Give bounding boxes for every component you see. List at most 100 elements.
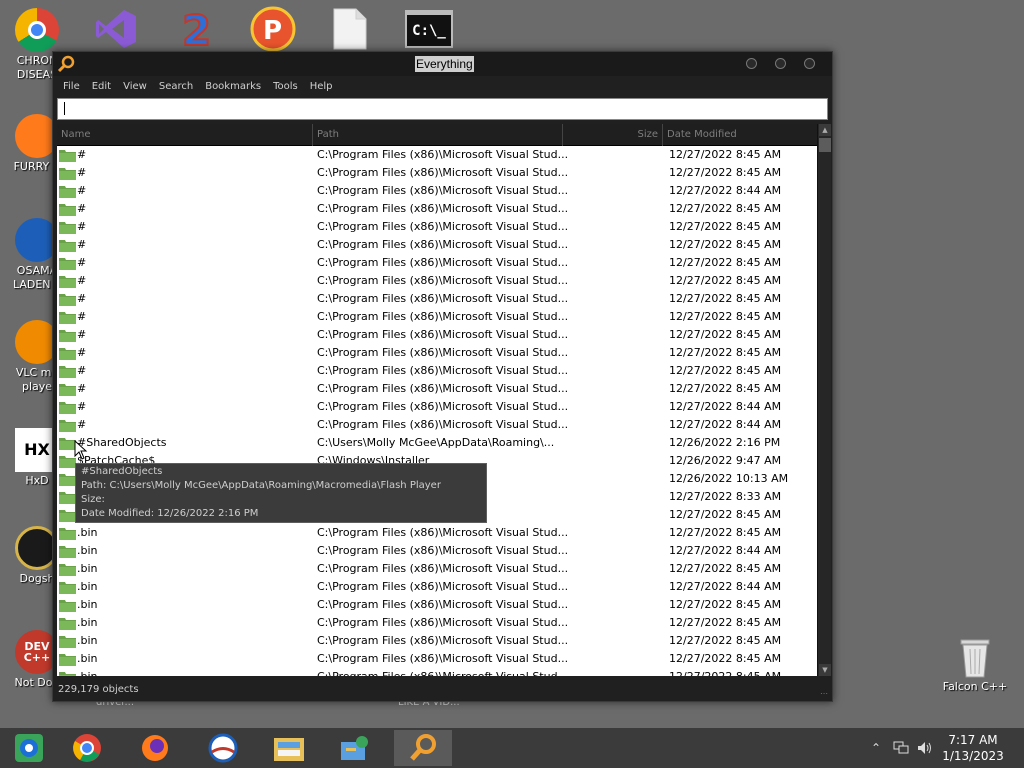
tooltip-path: Path: C:\Users\Molly McGee\AppData\Roami… xyxy=(81,480,441,491)
resize-grip-icon[interactable]: ⋯ xyxy=(820,689,829,698)
row-date: 12/27/2022 8:45 AM xyxy=(669,238,782,251)
title-bar[interactable]: Everything xyxy=(53,52,832,76)
row-date: 12/27/2022 8:45 AM xyxy=(669,220,782,233)
network-icon[interactable] xyxy=(893,741,909,758)
row-date: 12/27/2022 8:45 AM xyxy=(669,652,782,665)
firefox-icon[interactable] xyxy=(126,730,184,766)
folder-icon xyxy=(59,329,76,342)
search-input[interactable] xyxy=(57,98,828,120)
row-name: .bin xyxy=(77,580,98,593)
table-row[interactable]: # C:\Program Files (x86)\Microsoft Visual… xyxy=(57,380,817,398)
table-row[interactable]: # C:\Program Files (x86)\Microsoft Visual… xyxy=(57,290,817,308)
table-row[interactable]: # C:\Program Files (x86)\Microsoft Visual… xyxy=(57,398,817,416)
folder-icon xyxy=(59,185,76,198)
row-name: #SharedObjects xyxy=(77,436,167,449)
everything-search-icon[interactable] xyxy=(394,730,452,766)
table-row[interactable]: # C:\Program Files (x86)\Microsoft Visual… xyxy=(57,416,817,434)
scroll-up-icon[interactable]: ▲ xyxy=(819,124,831,136)
row-name: # xyxy=(77,400,87,413)
start-icon[interactable] xyxy=(0,730,58,766)
row-name: .bin xyxy=(77,668,98,676)
close-button[interactable] xyxy=(804,58,815,69)
row-path: C:\Program Files (x86)\Microsoft Visual … xyxy=(317,148,569,161)
results-list[interactable]: Name Path Size Date Modified # C:\Program… xyxy=(57,124,817,676)
volume-icon[interactable] xyxy=(917,741,933,758)
table-row[interactable]: .bin C:\Program Files (x86)\Microsoft Vis… xyxy=(57,560,817,578)
blank-file-icon[interactable] xyxy=(324,6,376,52)
row-path: C:\Program Files (x86)\Microsoft Visual … xyxy=(317,346,569,359)
number-2-icon[interactable]: 2 xyxy=(170,6,222,52)
file-explorer-icon[interactable] xyxy=(260,730,318,766)
menu-edit[interactable]: Edit xyxy=(87,76,116,96)
table-row[interactable]: .bin C:\Program Files (x86)\Microsoft Vis… xyxy=(57,650,817,668)
column-path[interactable]: Path xyxy=(313,124,563,146)
cmd-icon[interactable]: C:\_ xyxy=(403,6,455,52)
table-row[interactable]: # C:\Program Files (x86)\Microsoft Visual… xyxy=(57,146,817,164)
folder-icon xyxy=(59,239,76,252)
table-row[interactable]: # C:\Program Files (x86)\Microsoft Visual… xyxy=(57,326,817,344)
menu-search[interactable]: Search xyxy=(154,76,198,96)
scroll-down-icon[interactable]: ▼ xyxy=(819,664,831,676)
chrome-icon[interactable] xyxy=(58,730,116,766)
status-bar: 229,179 objects ⋯ xyxy=(53,679,832,701)
table-row[interactable]: .bin C:\Program Files (x86)\Microsoft Vis… xyxy=(57,524,817,542)
column-size[interactable]: Size xyxy=(563,124,663,146)
menu-bookmarks[interactable]: Bookmarks xyxy=(200,76,266,96)
table-row[interactable]: # C:\Program Files (x86)\Microsoft Visual… xyxy=(57,272,817,290)
row-name: # xyxy=(77,238,87,251)
row-path: C:\Program Files (x86)\Microsoft Visual … xyxy=(317,598,569,611)
table-row[interactable]: # C:\Program Files (x86)\Microsoft Visual… xyxy=(57,182,817,200)
desktop-icon-falcon[interactable]: Falcon C++ xyxy=(940,634,1010,694)
folder-icon xyxy=(59,257,76,270)
row-date: 12/27/2022 8:45 AM xyxy=(669,256,782,269)
row-path: C:\Program Files (x86)\Microsoft Visual … xyxy=(317,544,569,557)
table-row[interactable]: # C:\Program Files (x86)\Microsoft Visual… xyxy=(57,236,817,254)
table-row[interactable]: .bin C:\Program Files (x86)\Microsoft Vis… xyxy=(57,596,817,614)
table-row[interactable]: # C:\Program Files (x86)\Microsoft Visual… xyxy=(57,254,817,272)
table-row[interactable]: .bin C:\Program Files (x86)\Microsoft Vis… xyxy=(57,578,817,596)
show-hidden-icons-icon[interactable]: ⌃ xyxy=(871,741,881,755)
table-row[interactable]: #SharedObjects C:\Users\Molly McGee\AppDa… xyxy=(57,434,817,452)
p-logo-icon[interactable]: P xyxy=(247,6,299,52)
table-row[interactable]: .bin C:\Program Files (x86)\Microsoft Vis… xyxy=(57,632,817,650)
folder-icon xyxy=(59,293,76,306)
table-row[interactable]: # C:\Program Files (x86)\Microsoft Visual… xyxy=(57,200,817,218)
table-row[interactable]: # C:\Program Files (x86)\Microsoft Visual… xyxy=(57,164,817,182)
scroll-thumb[interactable] xyxy=(819,138,831,152)
column-name[interactable]: Name xyxy=(57,124,313,146)
row-date: 12/27/2022 8:44 AM xyxy=(669,184,782,197)
row-name: # xyxy=(77,184,87,197)
taskbar: ⌃ 7:17 AM 1/13/2023 xyxy=(0,728,1024,768)
clock-time: 7:17 AM xyxy=(948,733,998,747)
row-date: 12/27/2022 8:45 AM xyxy=(669,166,782,179)
folder-icon xyxy=(59,275,76,288)
table-row[interactable]: .bin C:\Program Files (x86)\Microsoft Vis… xyxy=(57,668,817,676)
vertical-scrollbar[interactable]: ▲ ▼ xyxy=(817,124,831,676)
row-date: 12/27/2022 8:45 AM xyxy=(669,616,782,629)
menu-help[interactable]: Help xyxy=(305,76,338,96)
control-panel-icon[interactable] xyxy=(327,730,385,766)
table-row[interactable]: # C:\Program Files (x86)\Microsoft Visual… xyxy=(57,308,817,326)
table-row[interactable]: # C:\Program Files (x86)\Microsoft Visual… xyxy=(57,344,817,362)
row-date: 12/27/2022 8:45 AM xyxy=(669,526,782,539)
column-date-modified[interactable]: Date Modified xyxy=(663,124,817,146)
row-path: C:\Program Files (x86)\Microsoft Visual … xyxy=(317,364,569,377)
system-clock[interactable]: 7:17 AM 1/13/2023 xyxy=(938,732,1008,764)
folder-icon xyxy=(59,671,76,676)
table-row[interactable]: .bin C:\Program Files (x86)\Microsoft Vis… xyxy=(57,542,817,560)
table-row[interactable]: # C:\Program Files (x86)\Microsoft Visual… xyxy=(57,362,817,380)
window-title: Everything xyxy=(415,56,474,72)
folder-icon xyxy=(59,401,76,414)
row-name: # xyxy=(77,418,87,431)
menu-tools[interactable]: Tools xyxy=(268,76,303,96)
object-count: 229,179 objects xyxy=(58,684,139,695)
visual-studio-icon[interactable] xyxy=(90,6,142,52)
minimize-button[interactable] xyxy=(746,58,757,69)
maximize-button[interactable] xyxy=(775,58,786,69)
table-row[interactable]: # C:\Program Files (x86)\Microsoft Visual… xyxy=(57,218,817,236)
obama-logo-icon[interactable] xyxy=(194,730,252,766)
folder-icon xyxy=(59,527,76,540)
table-row[interactable]: .bin C:\Program Files (x86)\Microsoft Vis… xyxy=(57,614,817,632)
menu-file[interactable]: File xyxy=(58,76,85,96)
menu-view[interactable]: View xyxy=(118,76,152,96)
